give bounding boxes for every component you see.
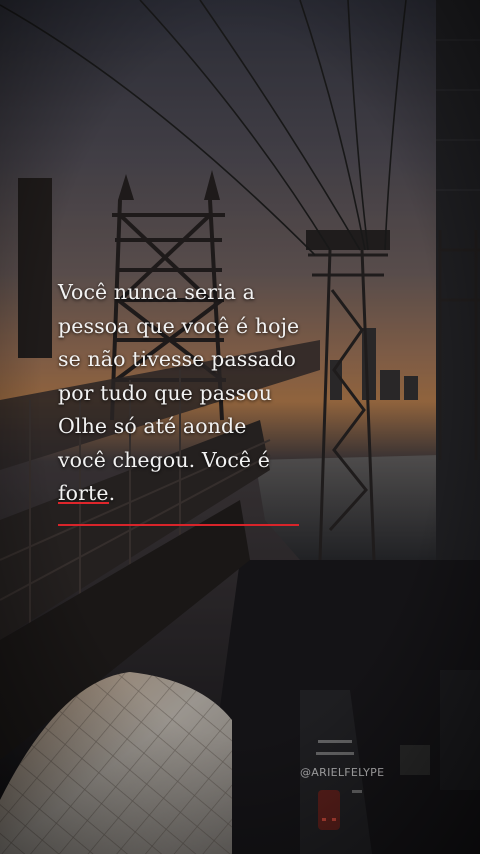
quote-line-1: Você nunca seria a [58, 280, 255, 304]
red-underline-rule [58, 524, 299, 526]
author-watermark: @ARIELFELYPE [300, 766, 385, 779]
quote-final-punct: . [108, 481, 116, 505]
quote-line-4: por tudo que passou [58, 380, 273, 405]
quote-line-6: você chegou. Você é [58, 447, 270, 472]
quote-line-3: se não tivesse passado [58, 347, 296, 371]
quote-line-2: pessoa que você é hoje [58, 313, 300, 338]
quote-text: Você nunca seria a pessoa que você é hoj… [58, 276, 358, 511]
quote-line-7: forte. [58, 477, 358, 511]
quote-line-5: Olhe só até aonde [58, 414, 247, 438]
highlighted-word: forte [58, 481, 109, 505]
